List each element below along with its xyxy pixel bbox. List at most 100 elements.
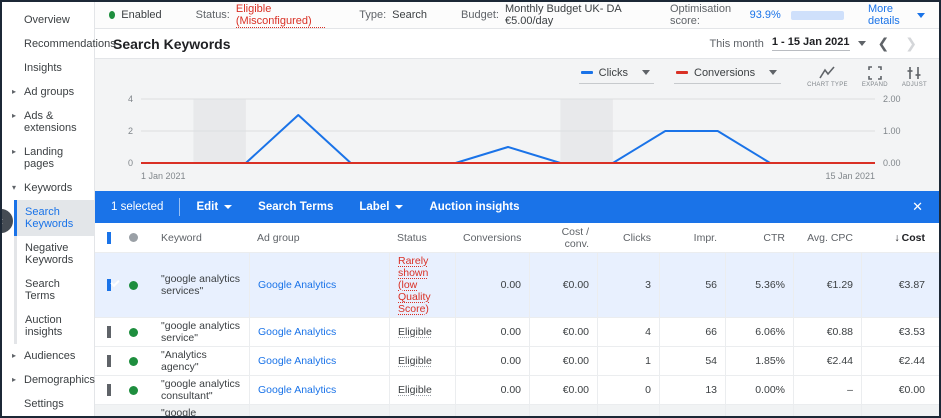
row-checkbox[interactable] [107,326,111,338]
previous-period-button[interactable]: ❮ [874,35,894,52]
table-row[interactable]: "google analytics service" Google Analyt… [95,318,939,347]
budget-value[interactable]: Monthly Budget UK- DA €5.00/day [505,3,636,27]
chevron-down-icon [769,70,778,79]
date-range-value[interactable]: 1 - 15 Jan 2021 [771,36,850,51]
sidebar-item-keywords[interactable]: ▾ Keywords [2,176,94,200]
performance-chart-panel: Clicks Conversions CHART TYPE EXPAND ADJ… [95,59,939,191]
ad-group-link[interactable]: Google Analytics [258,384,336,396]
avg-cpc-value: €0.88 [793,318,861,346]
svg-text:0.00: 0.00 [883,158,901,168]
budget-label: Budget: [461,9,499,21]
chevron-down-icon [916,12,925,22]
cost-value: €0.00 [861,376,939,404]
table-row[interactable]: "Analytics agency" Google Analytics Elig… [95,347,939,376]
sidebar-item-settings[interactable]: Settings [2,392,94,416]
google-ads-app: Overview Recommendations Insights ▸ Ad group… [0,0,941,418]
metric-selector-conversions[interactable]: Conversions [674,66,782,84]
toolbar-action-edit[interactable]: Edit [196,201,233,213]
table-row[interactable]: "google analytics agency" Google Analyti… [95,405,939,416]
header-cell-keyword[interactable]: Keyword [153,230,249,246]
keyword-text: "Analytics agency" [161,349,207,373]
chevron-right-icon: ▸ [12,87,17,96]
sidebar-item-search-keywords[interactable]: Search Keywords [14,200,94,236]
impressions-value: 66 [659,318,725,346]
status-value[interactable]: Eligible (Misconfigured) [235,3,326,28]
ad-group-link[interactable]: Google Analytics [258,279,336,291]
ctr-value: 6.06% [725,318,793,346]
header-cell-clicks[interactable]: Clicks [597,230,659,246]
metric-selector-clicks[interactable]: Clicks [578,66,654,84]
page-title: Search Keywords [113,35,231,52]
more-details-button[interactable]: More details [868,3,925,27]
row-checkbox[interactable] [107,355,111,367]
sidebar-item-audiences[interactable]: ▸ Audiences [2,344,94,368]
impressions-value: 56 [659,253,725,317]
cost-per-conv-value: €0.00 [529,376,597,404]
status-text[interactable]: Eligible [398,355,432,367]
row-checkbox[interactable] [107,384,111,396]
ad-group-link[interactable]: Google Analytics [258,326,336,338]
ad-group-link[interactable]: Google Analytics [258,355,336,367]
sidebar-item-label: Recommendations [24,38,116,50]
selected-count: 1 selected [111,201,164,213]
date-range-picker[interactable]: This month 1 - 15 Jan 2021 ❮ ❯ [709,35,921,52]
clicks-value: 1 [597,347,659,375]
sidebar-item-label: Ads & extensions [24,110,77,134]
status-text[interactable]: Rarely shown (low Quality Score) [398,255,447,315]
header-cell-avg-cpc[interactable]: Avg. CPC [793,230,861,246]
sidebar-item-auction-insights[interactable]: Auction insights [14,308,94,344]
cost-value: €2.44 [861,347,939,375]
optimisation-score-bar [790,10,844,20]
toolbar-action-label[interactable]: Label [359,201,404,213]
conversions-value: 0.00 [455,376,529,404]
ctr-value: 0.00% [725,376,793,404]
header-cell-ctr[interactable]: CTR [725,230,793,246]
table-row[interactable]: "google analytics services" Google Analy… [95,253,939,318]
clicks-value: 0 [597,376,659,404]
cost-per-conv-value: €0.00 [529,405,597,416]
select-all-checkbox[interactable] [107,231,111,244]
header-cell-cost-conv[interactable]: Cost / conv. [529,224,597,252]
sidebar-item-label: Settings [24,398,64,410]
close-icon[interactable]: ✕ [912,199,923,215]
sort-descending-icon: ↓ [894,231,900,244]
toolbar-action-search-terms[interactable]: Search Terms [258,201,333,213]
sidebar-item-overview[interactable]: Overview [2,8,94,32]
sidebar-item-ads-extensions[interactable]: ▸ Ads & extensions [2,104,94,140]
sidebar-item-insights[interactable]: Insights [2,56,94,80]
adjust-icon [907,67,921,79]
status-text[interactable]: Eligible [398,326,432,338]
sidebar-item-search-terms[interactable]: Search Terms [14,272,94,308]
adjust-chart-button[interactable]: ADJUST [902,66,927,88]
conversions-value: 0.00 [455,347,529,375]
header-cell-status[interactable]: Status [389,230,455,246]
sidebar-item-negative-keywords[interactable]: Negative Keywords [14,236,94,272]
row-checkbox[interactable] [107,279,111,291]
table-row[interactable]: "google analytics consultant" Google Ana… [95,376,939,405]
chevron-right-icon: ▸ [12,147,17,156]
header-cell-impr[interactable]: Impr. [659,230,725,246]
header-cell-cost[interactable]: ↓ Cost [861,230,939,246]
date-range-preset: This month [709,37,764,50]
chevron-down-icon [224,205,233,213]
impressions-value: 6 [659,405,725,416]
svg-text:2: 2 [128,126,133,136]
clicks-value: 0 [597,405,659,416]
avg-cpc-value: – [793,376,861,404]
chevron-right-icon: ▸ [12,351,17,360]
sidebar-item-ad-groups[interactable]: ▸ Ad groups [2,80,94,104]
expand-chart-button[interactable]: EXPAND [862,66,888,88]
header-cell-ad-group[interactable]: Ad group [249,230,389,246]
chart-type-button[interactable]: CHART TYPE [807,66,848,88]
sidebar-item-recommendations[interactable]: Recommendations [2,32,116,56]
status-text[interactable]: Eligible [398,384,432,396]
page-header: Search Keywords This month 1 - 15 Jan 20… [95,29,939,59]
next-period-button[interactable]: ❯ [901,35,921,52]
toolbar-action-auction-insights[interactable]: Auction insights [429,201,519,213]
clicks-value: 4 [597,318,659,346]
sidebar-item-demographics[interactable]: ▸ Demographics [2,368,95,392]
enabled-status-dot-icon [129,385,138,395]
chevron-right-icon: ▸ [12,375,17,384]
header-cell-conversions[interactable]: Conversions [455,230,529,246]
sidebar-item-landing-pages[interactable]: ▸ Landing pages [2,140,94,176]
